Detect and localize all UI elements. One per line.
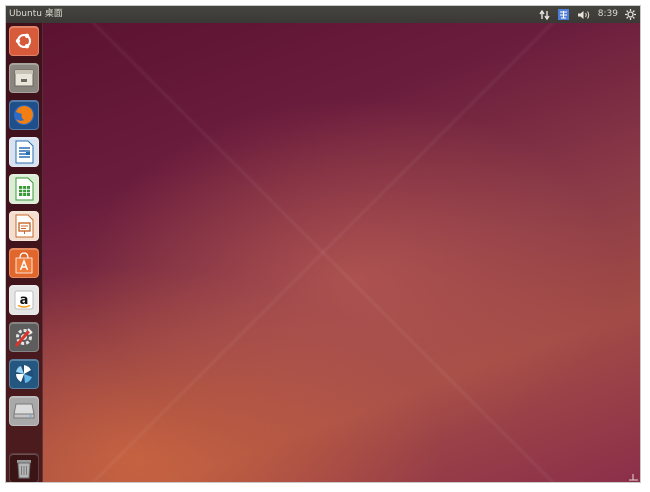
top-panel: Ubuntu 桌面 8:39 xyxy=(6,6,640,23)
ubuntu-screen: Ubuntu 桌面 8:39 a xyxy=(5,5,641,483)
launcher-system-settings-button[interactable] xyxy=(9,322,39,352)
resize-corner-icon xyxy=(629,474,638,481)
writer-document-icon xyxy=(15,140,34,164)
amazon-icon: a xyxy=(14,290,34,310)
launcher-dash-home-button[interactable] xyxy=(9,26,39,56)
launcher-drive-button[interactable] xyxy=(9,396,39,426)
network-icon xyxy=(539,9,550,20)
hard-drive-icon xyxy=(13,403,35,419)
shotwell-icon xyxy=(15,365,33,383)
launcher-amazon-button[interactable]: a xyxy=(9,285,39,315)
launcher-shotwell-button[interactable] xyxy=(9,359,39,389)
settings-wrench-icon xyxy=(14,328,33,347)
shopping-bag-icon xyxy=(15,252,33,274)
session-indicator[interactable] xyxy=(621,6,640,23)
clock[interactable]: 8:39 xyxy=(595,6,621,23)
input-method-indicator[interactable] xyxy=(554,6,573,23)
volume-icon xyxy=(577,10,590,19)
svg-text:a: a xyxy=(20,293,29,308)
launcher-trash-button[interactable] xyxy=(9,453,39,482)
firefox-icon xyxy=(14,105,34,125)
ubuntu-logo-icon xyxy=(15,33,31,49)
desktop-wallpaper[interactable] xyxy=(6,23,640,482)
launcher-writer-button[interactable] xyxy=(9,137,39,167)
launcher-calc-button[interactable] xyxy=(9,174,39,204)
launcher-software-center-button[interactable] xyxy=(9,248,39,278)
panel-title: Ubuntu 桌面 xyxy=(9,9,63,19)
input-method-icon xyxy=(557,9,569,20)
volume-indicator[interactable] xyxy=(573,6,595,23)
launcher: a xyxy=(6,23,43,482)
launcher-files-button[interactable] xyxy=(9,63,39,93)
file-cabinet-icon xyxy=(14,69,34,87)
launcher-firefox-button[interactable] xyxy=(9,100,39,130)
trash-icon xyxy=(17,460,31,479)
impress-presentation-icon xyxy=(15,214,34,238)
gear-icon xyxy=(625,9,636,20)
network-indicator[interactable] xyxy=(535,6,554,23)
launcher-impress-button[interactable] xyxy=(9,211,39,241)
calc-spreadsheet-icon xyxy=(15,177,34,201)
